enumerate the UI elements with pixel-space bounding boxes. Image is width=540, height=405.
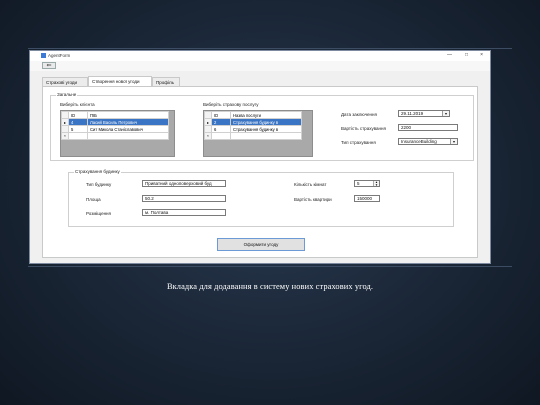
services-grid-header: ID Назва послуги (204, 111, 302, 119)
column-header[interactable]: ID (68, 111, 88, 119)
minimize-button[interactable]: — (447, 52, 452, 58)
slide-caption: Вкладка для додавання в систему нових ст… (166, 282, 374, 291)
cell-name[interactable]: Сит Микола Станіславович (87, 125, 169, 133)
cell-id[interactable] (68, 132, 88, 140)
service-label: Виберіть страхову послугу (203, 102, 259, 107)
window-title: AgentForm (48, 53, 71, 58)
top-divider (28, 48, 512, 49)
building-group-title: Страхування будинку (74, 169, 121, 174)
general-group: Загальне Виберіть клієнта ID ПІБ ▸ 4 Лас… (50, 92, 474, 161)
table-row[interactable]: 5 Сит Микола Станіславович (61, 125, 169, 133)
tab-panel: Загальне Виберіть клієнта ID ПІБ ▸ 4 Лас… (42, 86, 478, 258)
cell-id[interactable]: 6 (211, 125, 231, 133)
insurance-type-value: InsuranceBuilding (401, 139, 437, 144)
type-label: Тип страхування (341, 140, 376, 145)
bottom-divider (28, 266, 512, 267)
table-row[interactable]: 6 Страхування будинку в (204, 125, 302, 133)
close-button[interactable]: × (480, 52, 483, 58)
maximize-button[interactable]: □ (465, 52, 468, 58)
cell-name[interactable] (230, 132, 302, 140)
cell-name[interactable]: Страхування будинку в (230, 125, 302, 133)
create-deal-button[interactable]: Оформити угоду (217, 238, 305, 251)
client-label: Виберіть клієнта (60, 102, 95, 107)
row-marker (61, 125, 69, 133)
spin-arrows-icon[interactable]: ▲ ▼ (373, 181, 379, 186)
app-window: AgentForm — □ × ⇐ Страхові угоди Створен… (29, 50, 491, 264)
building-group: Страхування будинку Тип будинку Приватни… (68, 169, 454, 227)
area-field[interactable]: 50.2 (142, 195, 226, 202)
row-marker (204, 125, 212, 133)
insurance-type-select[interactable]: InsuranceBuilding ▾ (398, 138, 458, 145)
general-group-title: Загальне (56, 92, 78, 97)
new-row[interactable]: * (204, 132, 302, 140)
area-label: Площа (86, 197, 101, 202)
column-header[interactable]: ID (211, 111, 231, 119)
row-marker: ▸ (61, 118, 69, 126)
cell-id[interactable]: 4 (68, 118, 88, 126)
row-marker: * (61, 132, 69, 140)
rooms-value: 5 (357, 181, 360, 186)
row-marker: * (204, 132, 212, 140)
row-marker: ▸ (204, 118, 212, 126)
nav-bar: ⇐ (30, 61, 490, 71)
cell-name[interactable] (87, 132, 169, 140)
back-button[interactable]: ⇐ (42, 62, 56, 69)
table-row[interactable]: ▸ 4 Ласий Василь Петрович (61, 118, 169, 126)
location-label: Розміщення (86, 211, 111, 216)
cost-field[interactable]: 2200 (398, 124, 458, 131)
clients-grid[interactable]: ID ПІБ ▸ 4 Ласий Василь Петрович 5 Сит М… (60, 110, 175, 157)
rooms-stepper[interactable]: 5 ▲ ▼ (354, 180, 380, 187)
clients-grid-header: ID ПІБ (61, 111, 169, 119)
column-header[interactable]: Назва послуги (230, 111, 302, 119)
building-type-field[interactable]: Приватний одноповерховий буд (142, 180, 226, 187)
title-bar: AgentForm — □ × (30, 51, 490, 61)
location-field[interactable]: м. Полтава (142, 209, 226, 216)
date-value: 29.11.2019 (401, 111, 424, 116)
tab-profile[interactable]: Профіль (152, 77, 180, 86)
date-label: Дата заключення (341, 112, 377, 117)
app-icon (41, 53, 46, 58)
cell-name[interactable]: Ласий Василь Петрович (87, 118, 169, 126)
date-picker[interactable]: 29.11.2019 ▾ (398, 110, 450, 117)
tab-insurance-deals[interactable]: Страхові угоди (42, 77, 88, 86)
price-label: Вартість квартири (294, 197, 332, 202)
tab-new-deal[interactable]: Створення нової угоди (88, 76, 152, 86)
cell-id[interactable] (211, 132, 231, 140)
price-field[interactable]: 150000 (354, 195, 380, 202)
new-row[interactable]: * (61, 132, 169, 140)
cell-id[interactable]: 5 (68, 125, 88, 133)
rooms-label: Кількість кімнат (294, 182, 327, 187)
table-row[interactable]: ▸ 2 Страхування будинку в (204, 118, 302, 126)
cell-id[interactable]: 2 (211, 118, 231, 126)
cost-label: Вартість страхування (341, 126, 386, 131)
cell-name[interactable]: Страхування будинку в (230, 118, 302, 126)
services-grid[interactable]: ID Назва послуги ▸ 2 Страхування будинку… (203, 110, 313, 157)
chevron-down-icon[interactable]: ▾ (450, 139, 457, 144)
building-type-label: Тип будинку (86, 182, 112, 187)
column-header[interactable]: ПІБ (87, 111, 169, 119)
calendar-dropdown-icon[interactable]: ▾ (442, 111, 449, 116)
